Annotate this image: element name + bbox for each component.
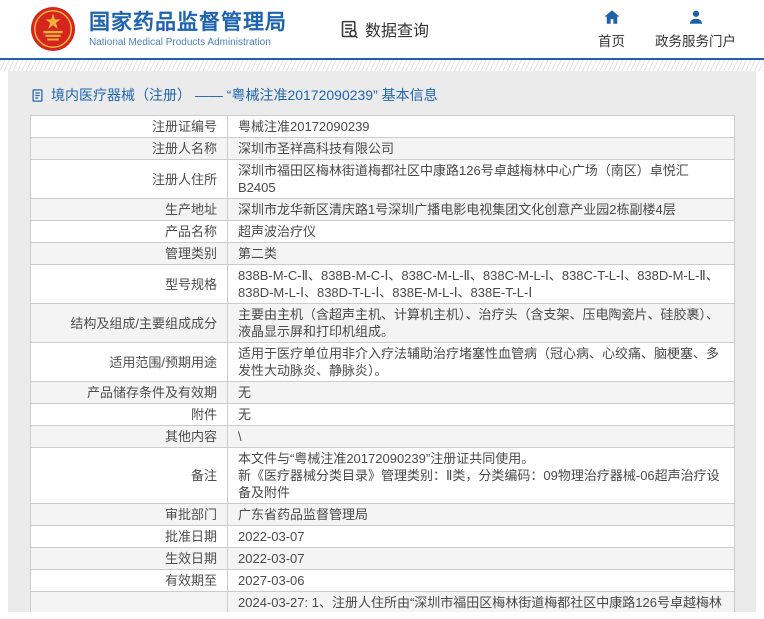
- row-value: 2022-03-07: [228, 548, 735, 570]
- row-label-text: 其他内容: [165, 428, 217, 445]
- table-row: 生效日期 2022-03-07: [31, 548, 735, 570]
- row-label-text: 附件: [191, 406, 217, 423]
- row-label-text: 结构及组成/主要组成成分: [70, 315, 217, 332]
- row-label-text: 生效日期: [165, 550, 217, 567]
- row-value: 2024-03-27: 1、注册人住所由“深圳市福田区梅林街道梅都社区中康路12…: [228, 592, 735, 613]
- row-label-text: 产品储存条件及有效期: [87, 384, 217, 401]
- data-query-label: 数据查询: [365, 17, 429, 41]
- row-label: 注册人名称: [31, 138, 228, 160]
- national-emblem-logo[interactable]: [30, 6, 76, 52]
- row-label-text: 适用范围/预期用途: [109, 354, 217, 371]
- row-label: 审批部门: [31, 504, 228, 526]
- row-value: 深圳市龙华新区清庆路1号深圳广播电影电视集团文化创意产业园2栋副楼4层: [228, 199, 735, 221]
- table-row: 管理类别第二类: [31, 243, 735, 265]
- row-label: 附件: [31, 404, 228, 426]
- table-row: 备注本文件与“粤械注准20172090239”注册证共同使用。 新《医疗器械分类…: [31, 448, 735, 504]
- breadcrumb: 境内医疗器械（注册） —— “粤械注准20172090239” 基本信息: [8, 71, 756, 115]
- nav-label-home: 首页: [598, 30, 625, 50]
- row-value: 深圳市圣祥高科技有限公司: [228, 138, 735, 160]
- row-value: 2022-03-07: [228, 526, 735, 548]
- table-row: 批准日期 2022-03-07: [31, 526, 735, 548]
- home-icon: [603, 8, 621, 26]
- row-value: 2027-03-06: [228, 570, 735, 592]
- table-row: 型号规格 838B-M-C-Ⅱ、838B-M-C-Ⅰ、838C-M-L-Ⅱ、838…: [31, 265, 735, 304]
- row-label: 有效期至: [31, 570, 228, 592]
- row-label-text: 注册人住所: [152, 171, 217, 188]
- row-label: 生产地址: [31, 199, 228, 221]
- page-header: 国家药品监督管理局 National Medical Products Admi…: [0, 0, 764, 58]
- table-row: 结构及组成/主要组成成分主要由主机（含超声主机、计算机主机）、治疗头（含支架、压…: [31, 304, 735, 343]
- document-icon: [30, 88, 45, 103]
- row-label-text: 注册人名称: [152, 140, 217, 157]
- row-value: 第二类: [228, 243, 735, 265]
- breadcrumb-text: 境内医疗器械（注册） —— “粤械注准20172090239” 基本信息: [51, 85, 438, 105]
- org-subtitle: National Medical Products Administration: [89, 37, 287, 48]
- row-value: 无: [228, 404, 735, 426]
- table-row: 注册证编号粤械注准20172090239: [31, 116, 735, 138]
- row-label-text: 批准日期: [165, 528, 217, 545]
- row-label-text: 变更情况: [165, 611, 217, 612]
- row-value: 深圳市福田区梅林街道梅都社区中康路126号卓越梅林中心广场（南区）卓悦汇B240…: [228, 160, 735, 199]
- table-row: 适用范围/预期用途适用于医疗单位用非介入疗法辅助治疗堵塞性血管病（冠心病、心绞痛…: [31, 343, 735, 382]
- row-value: 粤械注准20172090239: [228, 116, 735, 138]
- row-label-text: 产品名称: [165, 223, 217, 240]
- org-title: 国家药品监督管理局: [89, 11, 287, 35]
- table-row: 其他内容 \: [31, 426, 735, 448]
- table-row: 产品储存条件及有效期无: [31, 382, 735, 404]
- row-value: 适用于医疗单位用非介入疗法辅助治疗堵塞性血管病（冠心病、心绞痛、脑梗塞、多发性大…: [228, 343, 735, 382]
- info-table-body: 注册证编号粤械注准20172090239注册人名称深圳市圣祥高科技有限公司注册人…: [31, 116, 735, 613]
- row-value: 主要由主机（含超声主机、计算机主机）、治疗头（含支架、压电陶瓷片、硅胶裹）、液晶…: [228, 304, 735, 343]
- row-label-text: 型号规格: [165, 276, 217, 293]
- row-label: 生效日期: [31, 548, 228, 570]
- row-label-text: 有效期至: [165, 572, 217, 589]
- table-row: 注册人住所深圳市福田区梅林街道梅都社区中康路126号卓越梅林中心广场（南区）卓悦…: [31, 160, 735, 199]
- table-row: 生产地址深圳市龙华新区清庆路1号深圳广播电影电视集团文化创意产业园2栋副楼4层: [31, 199, 735, 221]
- top-nav: 首页 政务服务门户: [598, 8, 736, 50]
- table-row: 变更情况 2024-03-27: 1、注册人住所由“深圳市福田区梅林街道梅都社区中…: [31, 592, 735, 613]
- row-label: 产品名称: [31, 221, 228, 243]
- data-query-icon: [339, 19, 360, 40]
- row-label: 产品储存条件及有效期: [31, 382, 228, 404]
- org-titles: 国家药品监督管理局 National Medical Products Admi…: [89, 11, 287, 48]
- table-row: 产品名称超声波治疗仪: [31, 221, 735, 243]
- user-icon: [687, 8, 705, 26]
- row-value: 本文件与“粤械注准20172090239”注册证共同使用。 新《医疗器械分类目录…: [228, 448, 735, 504]
- row-label: 其他内容: [31, 426, 228, 448]
- row-label-text: 备注: [191, 467, 217, 484]
- table-row: 有效期至 2027-03-06: [31, 570, 735, 592]
- row-label: 注册人住所: [31, 160, 228, 199]
- row-label-text: 注册证编号: [152, 118, 217, 135]
- row-value: 超声波治疗仪: [228, 221, 735, 243]
- row-label-text: 管理类别: [165, 245, 217, 262]
- row-value: \: [228, 426, 735, 448]
- row-label: 注册证编号: [31, 116, 228, 138]
- row-label-text: 审批部门: [165, 506, 217, 523]
- row-value: 广东省药品监督管理局: [228, 504, 735, 526]
- row-label: 结构及组成/主要组成成分: [31, 304, 228, 343]
- data-query-tab[interactable]: 数据查询: [339, 17, 429, 41]
- row-value: 无: [228, 382, 735, 404]
- nav-item-home[interactable]: 首页: [598, 8, 625, 50]
- row-label: 适用范围/预期用途: [31, 343, 228, 382]
- table-row: 审批部门广东省药品监督管理局: [31, 504, 735, 526]
- content-panel: 境内医疗器械（注册） —— “粤械注准20172090239” 基本信息 注册证…: [8, 71, 756, 612]
- row-label: 备注: [31, 448, 228, 504]
- nav-label-portal: 政务服务门户: [655, 30, 736, 50]
- nav-item-portal[interactable]: 政务服务门户: [655, 8, 736, 50]
- row-value: 838B-M-C-Ⅱ、838B-M-C-Ⅰ、838C-M-L-Ⅱ、838C-M-…: [228, 265, 735, 304]
- row-label: 型号规格: [31, 265, 228, 304]
- row-label-text: 生产地址: [165, 201, 217, 218]
- row-label: 管理类别: [31, 243, 228, 265]
- table-row: 注册人名称深圳市圣祥高科技有限公司: [31, 138, 735, 160]
- table-row: 附件无: [31, 404, 735, 426]
- hatch-strip: [0, 60, 764, 71]
- row-label: 批准日期: [31, 526, 228, 548]
- row-label: 变更情况: [31, 592, 228, 613]
- registration-info-table: 注册证编号粤械注准20172090239注册人名称深圳市圣祥高科技有限公司注册人…: [30, 115, 735, 612]
